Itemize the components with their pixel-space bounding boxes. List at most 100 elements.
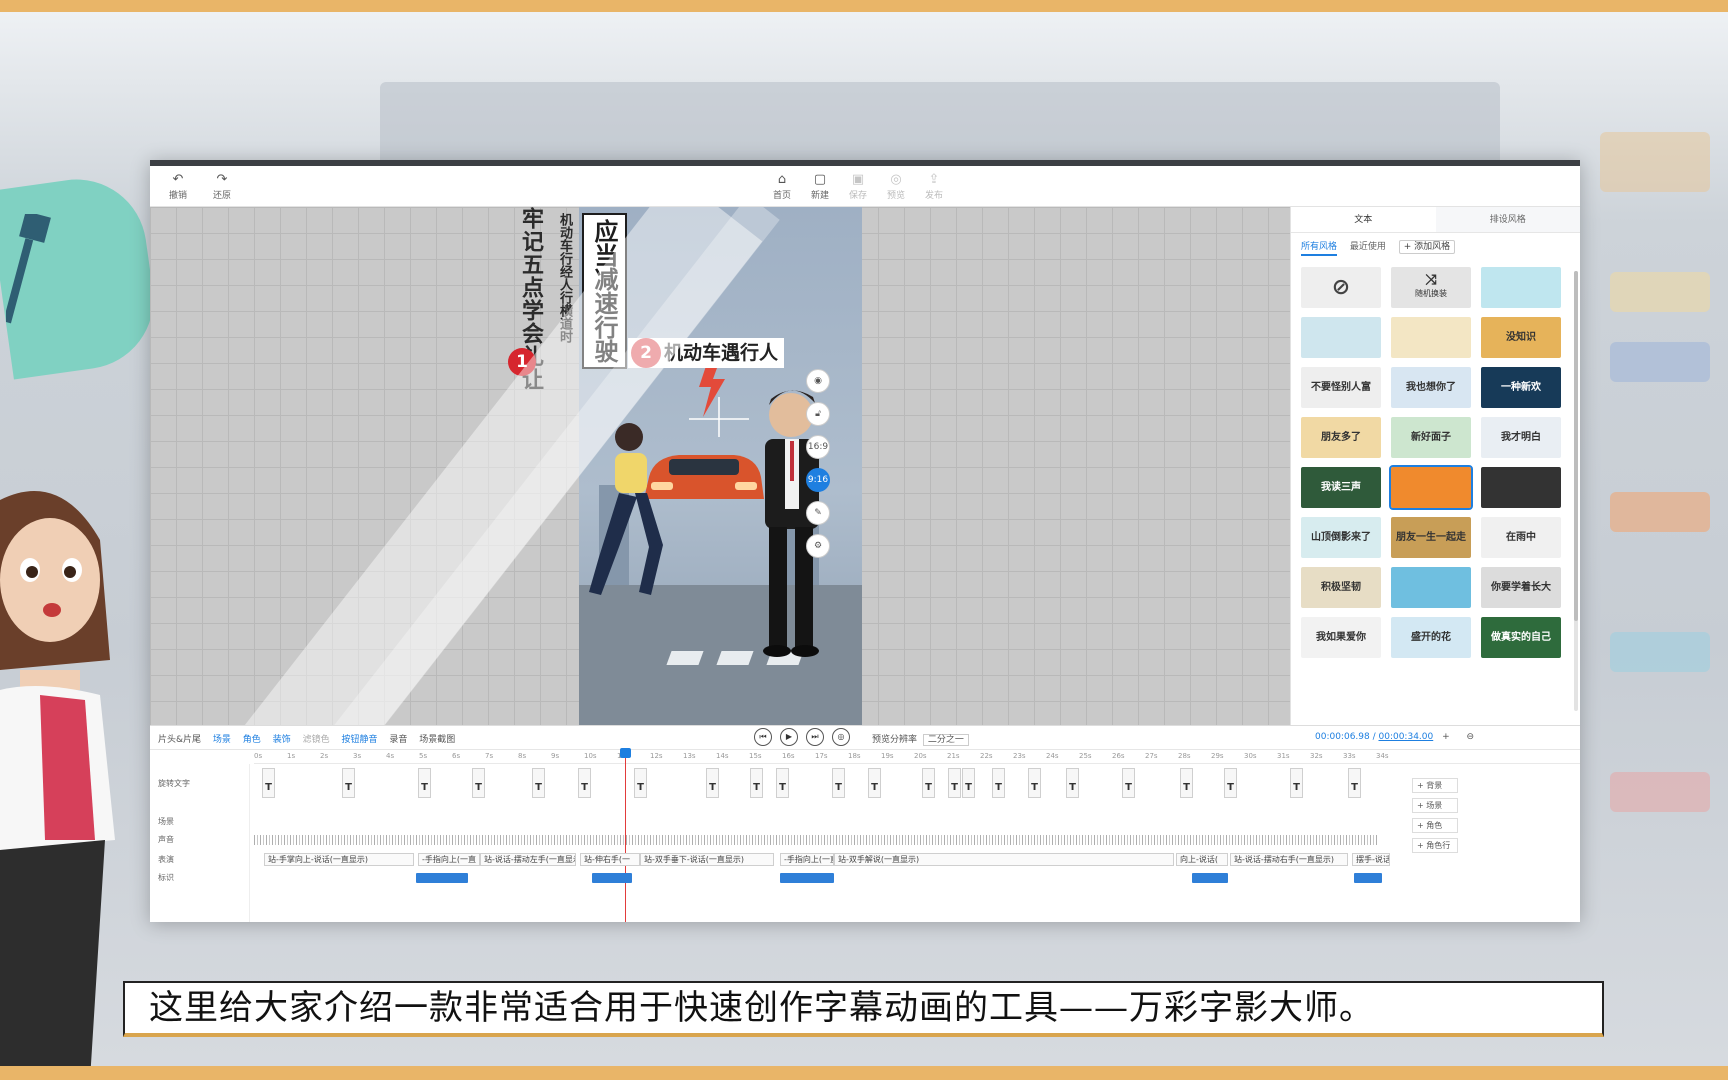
style-thumb[interactable]: 在雨中 <box>1481 517 1561 558</box>
marker-clip[interactable] <box>1192 873 1228 883</box>
style-thumb[interactable] <box>1481 467 1561 508</box>
tab-intro-outro[interactable]: 片头&片尾 <box>158 735 201 745</box>
panel-scrollbar[interactable] <box>1574 271 1578 711</box>
tab-style[interactable]: 排设风格 <box>1435 207 1580 232</box>
text-clip[interactable]: T <box>776 768 789 798</box>
text-clip[interactable]: T <box>1066 768 1079 798</box>
add-role-button[interactable]: + 角色 <box>1412 818 1458 833</box>
ratio-16-9-button[interactable]: 16:9 <box>806 435 830 459</box>
action-clip[interactable]: 摆手-说话 <box>1352 853 1390 866</box>
add-icon[interactable]: + <box>1442 732 1450 742</box>
action-clip[interactable]: 站-伸右手(一 <box>580 853 640 866</box>
text-clip[interactable]: T <box>750 768 763 798</box>
new-button[interactable]: ▢ 新建 <box>800 172 840 201</box>
style-thumb[interactable]: 我才明白 <box>1481 417 1561 458</box>
add-background-button[interactable]: + 背景 <box>1412 778 1458 793</box>
style-thumb[interactable]: 新好面子 <box>1391 417 1471 458</box>
text-clip[interactable]: T <box>1224 768 1237 798</box>
text-clip[interactable]: T <box>578 768 591 798</box>
save-button[interactable]: ▣ 保存 <box>838 172 878 201</box>
no-style-thumb[interactable]: ⊘ <box>1301 267 1381 308</box>
style-thumb[interactable]: 不要怪别人富 <box>1301 367 1381 408</box>
marker-clip[interactable] <box>416 873 468 883</box>
marker-clip[interactable] <box>780 873 834 883</box>
text-clip[interactable]: T <box>532 768 545 798</box>
action-clip[interactable]: 站-双手垂下-说话(一直显示) <box>640 853 774 866</box>
home-button[interactable]: ⌂ 首页 <box>762 172 802 201</box>
text-clip[interactable]: T <box>948 768 961 798</box>
action-clip[interactable]: -手指向上(一直 <box>780 853 834 866</box>
action-clip[interactable]: 站-说话-摆动右手(一直显示) <box>1230 853 1348 866</box>
zoom-out-icon[interactable]: ⊖ <box>1467 732 1475 742</box>
screenshot-icon[interactable]: ◉ <box>806 369 830 393</box>
playhead[interactable] <box>620 748 631 922</box>
action-clip[interactable]: 站-双手解说(一直显示) <box>834 853 1174 866</box>
text-clip[interactable]: T <box>1122 768 1135 798</box>
prev-icon[interactable]: ⏮ <box>754 728 772 746</box>
text-clip[interactable]: T <box>962 768 975 798</box>
style-thumb[interactable] <box>1301 317 1381 358</box>
tab-scene-shot[interactable]: 场景截图 <box>419 735 455 745</box>
style-thumb[interactable]: 朋友多了 <box>1301 417 1381 458</box>
settings-icon[interactable]: ⚙ <box>806 534 830 558</box>
subtab-all[interactable]: 所有风格 <box>1301 242 1338 256</box>
track-area[interactable]: T T T T T T T T T T T T T T T T T T T T T T T 站-手掌向上-说话(一直显示) -手… <box>254 748 1404 922</box>
random-style-thumb[interactable]: ⤨ 随机换装 <box>1391 267 1471 308</box>
text-clip[interactable]: T <box>634 768 647 798</box>
style-thumb[interactable]: 山顶倒影来了 <box>1301 517 1381 558</box>
preview-ratio-select[interactable]: 二分之一 <box>922 734 969 746</box>
style-thumb[interactable]: 积极坚韧 <box>1301 567 1381 608</box>
text-clip[interactable]: T <box>1290 768 1303 798</box>
style-thumb[interactable]: 你要学着长大 <box>1481 567 1561 608</box>
style-thumb[interactable] <box>1391 567 1471 608</box>
tab-mute[interactable]: 按钮静音 <box>341 735 377 745</box>
tab-text[interactable]: 文本 <box>1291 207 1436 232</box>
redo-button[interactable]: ↷ 还原 <box>202 172 242 201</box>
style-thumb[interactable]: 做真实的自己 <box>1481 617 1561 658</box>
style-thumb[interactable] <box>1389 465 1473 510</box>
action-clip[interactable]: 向上-说话( <box>1176 853 1228 866</box>
style-thumb[interactable]: 我如果爱你 <box>1301 617 1381 658</box>
tab-scene[interactable]: 场景 <box>213 735 231 745</box>
style-thumb[interactable]: 朋友一生一起走 <box>1391 517 1471 558</box>
text-clip[interactable]: T <box>922 768 935 798</box>
text-clip[interactable]: T <box>262 768 275 798</box>
time-ruler[interactable]: 0s1s2s3s4s5s6s7s8s9s10s11s12s13s14s15s16… <box>254 750 1580 764</box>
action-clip[interactable]: -手指向上(一直 <box>418 853 480 866</box>
text-clip[interactable]: T <box>832 768 845 798</box>
publish-button[interactable]: ⇪ 发布 <box>914 172 954 201</box>
tab-filter[interactable]: 滤镜色 <box>303 735 330 745</box>
tab-role[interactable]: 角色 <box>243 735 261 745</box>
audio-waveform[interactable] <box>254 835 1379 845</box>
total-time[interactable]: 00:00:34.00 <box>1379 732 1434 742</box>
tab-decor[interactable]: 装饰 <box>273 735 291 745</box>
text-clip[interactable]: T <box>472 768 485 798</box>
text-clip[interactable]: T <box>342 768 355 798</box>
marker-clip[interactable] <box>1354 873 1382 883</box>
style-thumb[interactable] <box>1391 317 1471 358</box>
add-style-button[interactable]: + 添加风格 <box>1398 240 1456 254</box>
lock-icon[interactable]: 🔓︎ <box>806 402 830 426</box>
loop-icon[interactable]: ◎ <box>832 728 850 746</box>
style-thumb[interactable]: 一种新欢 <box>1481 367 1561 408</box>
text-clip[interactable]: T <box>992 768 1005 798</box>
text-clip[interactable]: T <box>418 768 431 798</box>
preview-button[interactable]: ◎ 预览 <box>876 172 916 201</box>
text-clip[interactable]: T <box>1348 768 1361 798</box>
undo-button[interactable]: ↶ 撤销 <box>158 172 198 201</box>
play-icon[interactable]: ▶ <box>780 728 798 746</box>
action-clip[interactable]: 站-手掌向上-说话(一直显示) <box>264 853 414 866</box>
style-thumb[interactable]: 我读三声 <box>1301 467 1381 508</box>
add-scene-button[interactable]: + 场景 <box>1412 798 1458 813</box>
text-clip[interactable]: T <box>1180 768 1193 798</box>
editing-canvas[interactable]: 牢记五点学会礼让 1 机动车行经人行横道时 应当减速行驶 机动车遇行人 2 ◉ … <box>150 207 1290 725</box>
tab-record[interactable]: 录音 <box>389 735 407 745</box>
playhead-handle[interactable] <box>620 748 631 758</box>
add-role-row-button[interactable]: + 角色行 <box>1412 838 1458 853</box>
edit-icon[interactable]: ✎ <box>806 501 830 525</box>
text-clip[interactable]: T <box>706 768 719 798</box>
subtab-recent[interactable]: 最近使用 <box>1350 242 1386 252</box>
style-thumb[interactable]: 盛开的花 <box>1391 617 1471 658</box>
text-clip[interactable]: T <box>868 768 881 798</box>
ratio-9-16-button[interactable]: 9:16 <box>806 468 830 492</box>
